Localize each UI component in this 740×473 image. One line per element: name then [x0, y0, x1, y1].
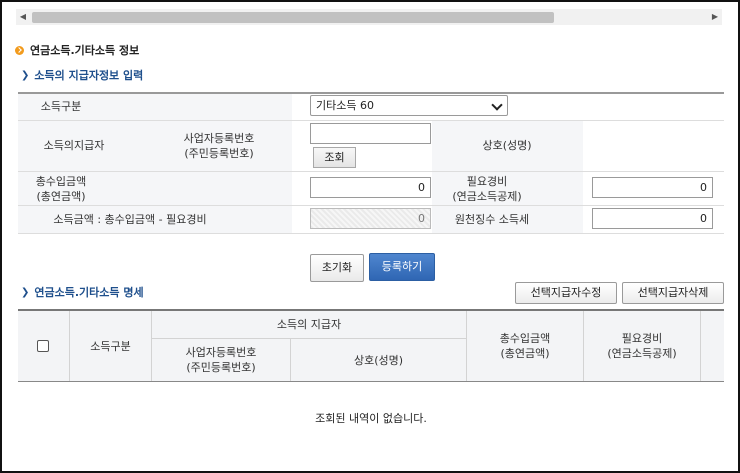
- col-income-type: 소득구분: [70, 311, 151, 381]
- col-extra: [701, 311, 724, 381]
- col-payer: 소득의 지급자: [152, 311, 466, 338]
- total-label: 총수입금액 (총연금액): [18, 174, 104, 204]
- income-type-select[interactable]: 기타소득 60: [310, 95, 508, 116]
- list-header-bottom: [18, 381, 724, 382]
- bizno-label-line1: 사업자등록번호: [183, 132, 255, 145]
- lookup-button[interactable]: 조회: [313, 147, 356, 168]
- expense-label-line2: (연금소득공제): [452, 190, 522, 203]
- expense-label-line1: 필요경비: [466, 175, 508, 188]
- col-total: 총수입금액 (총연금액): [467, 311, 583, 381]
- col-expense-line1: 필요경비: [621, 332, 663, 345]
- input-section-title-text: 소득의 지급자정보 입력: [34, 69, 144, 82]
- col-expense: 필요경비 (연금소득공제): [584, 311, 700, 381]
- chevron-right-icon: ❯: [21, 69, 30, 81]
- expense-input[interactable]: 0: [592, 177, 713, 198]
- total-label-line1: 총수입금액: [35, 175, 87, 188]
- delete-selected-payer-button[interactable]: 선택지급자삭제: [622, 282, 724, 304]
- col-bizno-line1: 사업자등록번호: [185, 346, 257, 359]
- scrollbar-thumb[interactable]: [32, 12, 554, 23]
- horizontal-scrollbar[interactable]: ◀ ▶: [16, 9, 722, 25]
- total-amount-input[interactable]: 0: [310, 177, 431, 198]
- income-amount-input: 0: [310, 208, 431, 229]
- chevron-right-icon: ❯: [21, 286, 30, 298]
- scroll-left-icon[interactable]: ◀: [16, 9, 30, 25]
- section-title-text: 연금소득.기타소득 정보: [30, 44, 140, 57]
- expense-label: 필요경비 (연금소득공제): [432, 174, 542, 204]
- company-label: 상호(성명): [482, 139, 532, 152]
- withholding-label: 원천징수 소득세: [454, 213, 530, 226]
- total-label-line2: (총연금액): [36, 190, 86, 203]
- page-frame: ◀ ▶ 연금소득.기타소득 정보 ❯ 소득의 지급자정보 입력 소득구분 기타소…: [0, 0, 740, 473]
- chevron-down-icon: [491, 99, 503, 111]
- col-bizno: 사업자등록번호 (주민등록번호): [152, 339, 290, 381]
- section-title: 연금소득.기타소득 정보: [15, 42, 139, 58]
- bizno-label-line2: (주민등록번호): [184, 147, 254, 160]
- col-bizno-line2: (주민등록번호): [186, 361, 256, 374]
- withholding-input[interactable]: 0: [592, 208, 713, 229]
- select-all-checkbox[interactable]: [37, 340, 49, 352]
- income-type-label: 소득구분: [40, 100, 82, 113]
- bizno-input[interactable]: [310, 123, 431, 144]
- scroll-right-icon[interactable]: ▶: [708, 9, 722, 25]
- col-expense-line2: (연금소득공제): [607, 347, 677, 360]
- edit-selected-payer-button[interactable]: 선택지급자수정: [515, 282, 617, 304]
- col-total-line2: (총연금액): [500, 347, 550, 360]
- bizno-label: 사업자등록번호 (주민등록번호): [163, 131, 275, 161]
- income-type-select-value: 기타소득 60: [316, 99, 374, 112]
- payer-label: 소득의지급자: [43, 139, 105, 152]
- col-total-line1: 총수입금액: [499, 332, 551, 345]
- reset-button[interactable]: 초기화: [310, 254, 364, 282]
- empty-message: 조회된 내역이 없습니다.: [315, 412, 427, 425]
- income-amount-label: 소득금액 : 총수입금액 - 필요경비: [53, 213, 207, 226]
- list-section-title: ❯ 연금소득.기타소득 명세: [21, 284, 144, 300]
- col-company: 상호(성명): [291, 339, 466, 381]
- input-section-title: ❯ 소득의 지급자정보 입력: [21, 67, 143, 83]
- register-button[interactable]: 등록하기: [369, 253, 435, 281]
- bullet-arrow-icon: [15, 45, 24, 55]
- list-section-title-text: 연금소득.기타소득 명세: [34, 286, 144, 299]
